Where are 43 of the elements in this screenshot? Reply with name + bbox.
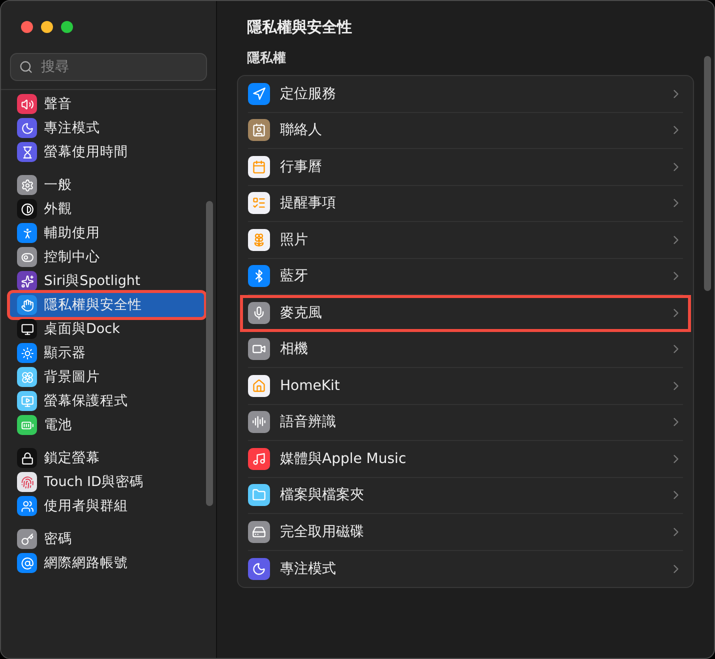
sidebar-item[interactable]: Siri與Spotlight bbox=[10, 269, 204, 293]
sidebar-item[interactable]: 螢幕保護程式 bbox=[10, 389, 204, 413]
settings-row[interactable]: 聯絡人 bbox=[248, 112, 683, 149]
sidebar-item[interactable]: 聲音 bbox=[10, 92, 204, 116]
window-title: 隱私權與安全性 bbox=[247, 18, 353, 37]
sidebar-item[interactable]: Touch ID與密碼 bbox=[10, 470, 204, 494]
sidebar-item[interactable]: 一般 bbox=[10, 173, 204, 197]
sidebar-item[interactable]: 背景圖片 bbox=[10, 365, 204, 389]
settings-row[interactable]: 照片 bbox=[248, 222, 683, 258]
sidebar-item[interactable]: 使用者與群組 bbox=[10, 494, 204, 518]
settings-row[interactable]: HomeKit bbox=[248, 368, 683, 404]
sidebar-item[interactable]: 控制中心 bbox=[10, 245, 204, 269]
sidebar-item[interactable]: 顯示器 bbox=[10, 341, 204, 365]
search-icon bbox=[19, 60, 33, 74]
sidebar-item[interactable]: 輔助使用 bbox=[10, 221, 204, 245]
close-button[interactable] bbox=[21, 21, 33, 33]
settings-row[interactable]: 語音辨識 bbox=[248, 404, 683, 441]
settings-row[interactable]: 完全取用磁碟 bbox=[248, 514, 683, 550]
scrollbar[interactable] bbox=[704, 56, 711, 291]
sidebar-item[interactable]: 隱私權與安全性 bbox=[7, 290, 207, 320]
sidebar-item[interactable]: 外觀 bbox=[10, 197, 204, 221]
sidebar-item[interactable]: 專注模式 bbox=[10, 116, 204, 140]
settings-row[interactable]: 媒體與Apple Music bbox=[248, 441, 683, 478]
settings-row[interactable]: 定位服務 bbox=[248, 76, 683, 112]
sidebar-item[interactable]: 網際網路帳號 bbox=[10, 551, 204, 575]
section-heading: 隱私權 bbox=[247, 50, 287, 67]
settings-row[interactable]: 專注模式 bbox=[248, 550, 683, 587]
sidebar-item[interactable]: 密碼 bbox=[10, 527, 204, 551]
settings-row[interactable]: 藍牙 bbox=[248, 258, 683, 295]
settings-row[interactable]: 行事曆 bbox=[248, 149, 683, 186]
zoom-button[interactable] bbox=[61, 21, 73, 33]
settings-row[interactable]: 相機 bbox=[248, 332, 683, 368]
sidebar-item[interactable]: 桌面與Dock bbox=[10, 317, 204, 341]
settings-row[interactable]: 檔案與檔案夾 bbox=[248, 478, 683, 514]
scrollbar[interactable] bbox=[206, 201, 213, 506]
sidebar-item[interactable]: 電池 bbox=[10, 413, 204, 437]
minimize-button[interactable] bbox=[41, 21, 53, 33]
settings-row[interactable]: 提醒事項 bbox=[248, 186, 683, 222]
sidebar-item[interactable]: 鎖定螢幕 bbox=[10, 446, 204, 470]
search-bar[interactable]: 搜尋 bbox=[10, 53, 207, 81]
sidebar-item[interactable]: 螢幕使用時間 bbox=[10, 140, 204, 164]
search-field[interactable]: 搜尋 bbox=[39, 58, 183, 76]
settings-row[interactable]: 麥克風 bbox=[240, 295, 691, 332]
